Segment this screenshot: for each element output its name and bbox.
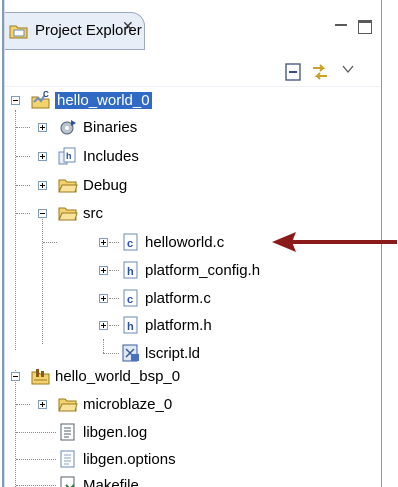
folder-icon bbox=[58, 207, 78, 221]
text-file-icon bbox=[60, 450, 75, 468]
tree-item-label: platform.h bbox=[145, 317, 212, 334]
tree-connector bbox=[43, 242, 57, 243]
tree-item-src[interactable]: src bbox=[5, 201, 381, 227]
tree-item-platform-c[interactable]: c platform.c bbox=[5, 286, 381, 312]
tree-connector bbox=[16, 127, 30, 128]
tree-item-label: Binaries bbox=[83, 119, 138, 136]
tree-item-libgen-options[interactable]: libgen.options bbox=[5, 447, 381, 473]
link-with-editor-icon[interactable] bbox=[310, 62, 330, 82]
view-tab-bar: Project Explorer ✕ bbox=[5, 6, 381, 56]
tree-item-microblaze-0[interactable]: microblaze_0 bbox=[5, 392, 381, 418]
svg-text:C: C bbox=[43, 90, 49, 99]
view-menu-icon[interactable] bbox=[341, 62, 355, 82]
c-file-icon: c bbox=[123, 289, 138, 307]
tree-item-label: libgen.log bbox=[83, 424, 148, 441]
folder-icon bbox=[58, 398, 78, 412]
tree-item-label: hello_world_0 bbox=[55, 92, 152, 109]
tree-connector bbox=[16, 213, 30, 214]
binaries-icon bbox=[60, 120, 76, 135]
svg-text:c: c bbox=[127, 294, 133, 306]
tree-item-hello-world-bsp-0[interactable]: hello_world_bsp_0 bbox=[5, 364, 381, 390]
tree-item-label: helloworld.c bbox=[145, 234, 225, 251]
tree-item-label: lscript.ld bbox=[145, 345, 201, 362]
c-file-icon: c bbox=[123, 233, 138, 251]
collapse-icon[interactable] bbox=[38, 209, 47, 218]
tree-item-makefile[interactable]: Makefile bbox=[5, 473, 381, 487]
project-tree: C hello_world_0 Binaries h Includes Debu… bbox=[5, 88, 381, 487]
tree-item-label: Makefile bbox=[83, 477, 139, 487]
project-explorer-icon bbox=[9, 25, 28, 39]
svg-text:h: h bbox=[66, 151, 72, 161]
linker-script-icon bbox=[122, 344, 139, 362]
tree-item-includes[interactable]: h Includes bbox=[5, 144, 381, 170]
annotation-arrow bbox=[272, 232, 397, 252]
tree-connector bbox=[103, 353, 119, 354]
tree-item-binaries[interactable]: Binaries bbox=[5, 115, 381, 141]
maximize-button[interactable] bbox=[358, 20, 372, 34]
svg-text:h: h bbox=[127, 321, 134, 333]
view-toolbar bbox=[5, 58, 381, 86]
tab-project-explorer[interactable]: Project Explorer ✕ bbox=[5, 12, 145, 50]
makefile-icon bbox=[60, 476, 75, 487]
h-file-icon: h bbox=[123, 316, 138, 334]
tree-item-hello-world-0[interactable]: C hello_world_0 bbox=[5, 88, 381, 114]
tree-connector bbox=[16, 185, 30, 186]
tree-connector bbox=[16, 485, 56, 486]
svg-text:h: h bbox=[127, 266, 134, 278]
tree-connector bbox=[16, 432, 56, 433]
bsp-project-icon bbox=[31, 369, 50, 385]
tree-item-label: src bbox=[83, 205, 103, 222]
tree-item-debug[interactable]: Debug bbox=[5, 173, 381, 199]
tree-item-label: platform_config.h bbox=[145, 262, 261, 279]
tree-item-label: libgen.options bbox=[83, 451, 176, 468]
collapse-icon[interactable] bbox=[11, 96, 20, 105]
text-file-icon bbox=[60, 423, 75, 441]
expand-icon[interactable] bbox=[99, 294, 108, 303]
tree-item-label: hello_world_bsp_0 bbox=[55, 368, 181, 385]
tree-item-libgen-log[interactable]: libgen.log bbox=[5, 420, 381, 446]
project-explorer-view: Project Explorer ✕ C hello_world_0 Binar… bbox=[0, 0, 398, 487]
tree-item-platform-config-h[interactable]: h platform_config.h bbox=[5, 258, 381, 284]
expand-icon[interactable] bbox=[99, 266, 108, 275]
h-file-icon: h bbox=[123, 261, 138, 279]
tree-item-label: Includes bbox=[83, 148, 139, 165]
tree-connector bbox=[103, 339, 104, 353]
expand-icon[interactable] bbox=[99, 238, 108, 247]
folder-icon bbox=[58, 179, 78, 193]
minimize-button[interactable] bbox=[334, 20, 348, 34]
expand-icon[interactable] bbox=[38, 123, 47, 132]
c-project-icon: C bbox=[31, 90, 50, 109]
collapse-all-icon[interactable] bbox=[284, 62, 302, 82]
toolbar-divider bbox=[5, 86, 381, 87]
tree-item-label: platform.c bbox=[145, 290, 211, 307]
tree-item-label: Debug bbox=[83, 177, 128, 194]
tree-connector bbox=[109, 270, 119, 271]
tree-connector bbox=[16, 404, 30, 405]
expand-icon[interactable] bbox=[38, 181, 47, 190]
svg-text:c: c bbox=[127, 238, 133, 250]
collapse-icon[interactable] bbox=[11, 372, 20, 381]
expand-icon[interactable] bbox=[38, 152, 47, 161]
tree-connector bbox=[109, 298, 119, 299]
tree-item-platform-h[interactable]: h platform.h bbox=[5, 313, 381, 339]
tree-connector bbox=[109, 242, 119, 243]
tree-item-label: microblaze_0 bbox=[83, 396, 173, 413]
close-icon[interactable]: ✕ bbox=[122, 18, 134, 35]
expand-icon[interactable] bbox=[38, 400, 47, 409]
expand-icon[interactable] bbox=[99, 321, 108, 330]
includes-icon: h bbox=[58, 147, 76, 165]
tree-connector bbox=[109, 325, 119, 326]
tree-connector bbox=[16, 459, 56, 460]
tree-connector bbox=[16, 156, 30, 157]
